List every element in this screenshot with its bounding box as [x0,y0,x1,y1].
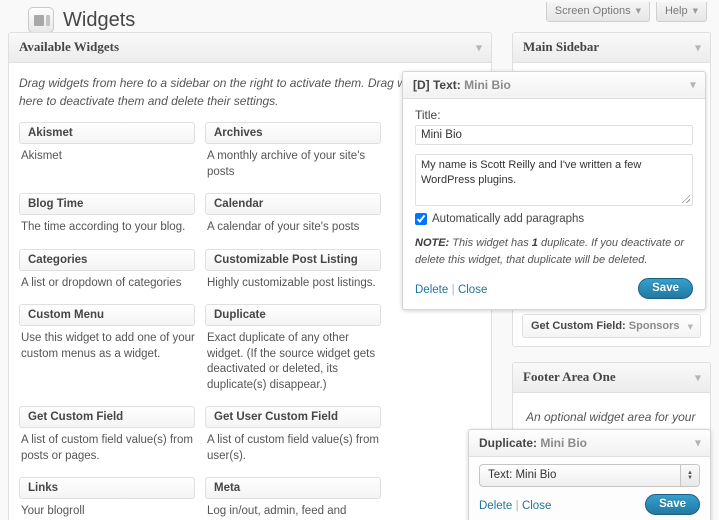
widget-title-input[interactable] [415,125,693,145]
page-title: Widgets [63,9,135,32]
help-label: Help [665,5,688,17]
sidebar-widget-name: Get Custom Field: [531,320,626,332]
text-widget-title: [D] Text: [413,78,461,92]
widget-card: Duplicate Exact duplicate of any other wi… [205,304,381,393]
auto-paragraphs-row: Automatically add paragraphs [415,213,693,225]
widget-card: Custom Menu Use this widget to add one of… [19,304,195,393]
widget-card-handle[interactable]: Customizable Post Listing [205,249,381,271]
widgets-icon [28,7,54,33]
widget-card-description: A monthly archive of your site's posts [207,149,381,180]
duplicate-widget-header[interactable]: Duplicate: Mini Bio ▼ [469,430,710,457]
widget-card-handle[interactable]: Archives [205,122,381,144]
widget-card-description: Highly customizable post listings. [207,276,381,292]
available-widgets-title: Available Widgets [19,39,119,54]
text-widget-body: Title: My name is Scott Reilly and I've … [403,99,705,309]
delete-link[interactable]: Delete [479,500,512,512]
auto-paragraphs-label: Automatically add paragraphs [432,213,584,225]
widget-card-handle[interactable]: Get User Custom Field [205,406,381,428]
widget-card-description: A list of custom field value(s) from pos… [21,433,195,464]
widget-card: Categories A list or dropdown of categori… [19,249,195,292]
collapse-icon[interactable]: ▼ [695,439,701,448]
widget-card-handle[interactable]: Meta [205,477,381,499]
duplicate-widget-editor: Duplicate: Mini Bio ▼ Text: Mini Bio ▲ ▼… [468,429,711,520]
collapse-icon[interactable]: ▼ [695,373,701,382]
screen-options-button[interactable]: Screen Options ▼ [546,2,650,22]
stepper-down-icon: ▼ [687,476,693,481]
screen-meta-links: Screen Options ▼ Help ▼ [546,2,707,22]
save-button[interactable]: Save [645,494,700,515]
sidebar-widget-suffix: Sponsors [626,320,680,332]
widgets-icon-sidebar [46,15,50,26]
widget-card: Akismet Akismet [19,122,195,180]
help-button[interactable]: Help ▼ [656,2,707,22]
widget-card-handle[interactable]: Blog Time [19,193,195,215]
widget-card-description: Your blogroll [21,504,195,520]
text-widget-footer: Delete | Close Save [415,278,693,299]
widget-card-handle[interactable]: Calendar [205,193,381,215]
text-widget-editor: [D] Text: Mini Bio ▼ Title: My name is S… [402,71,706,310]
link-separator: | [516,500,519,512]
text-widget-header[interactable]: [D] Text: Mini Bio ▼ [403,72,705,99]
delete-link[interactable]: Delete [415,284,448,296]
collapse-icon[interactable]: ▼ [688,323,693,331]
duplicate-source-select[interactable]: Text: Mini Bio ▲ ▼ [479,464,700,487]
duplicate-note: NOTE: This widget has 1 duplicate. If yo… [415,235,693,268]
main-sidebar-header[interactable]: Main Sidebar ▼ [513,33,710,63]
duplicate-widget-title: Duplicate: [479,436,537,450]
available-widgets-header[interactable]: Available Widgets ▼ [9,33,491,63]
widget-card-description: Akismet [21,149,195,165]
auto-paragraphs-checkbox[interactable] [415,213,427,225]
widget-card-description: Exact duplicate of any other widget. (If… [207,331,381,393]
widget-card-description: Log in/out, admin, feed and WordPress li… [207,504,381,520]
duplicate-widget-footer: Delete | Close Save [479,494,700,515]
duplicate-widget-body: Text: Mini Bio ▲ ▼ Delete | Close Save [469,457,710,520]
sidebar-widget-get-custom-field[interactable]: Get Custom Field: Sponsors ▼ [522,314,701,338]
close-link[interactable]: Close [522,500,551,512]
widget-card: Archives A monthly archive of your site's… [205,122,381,180]
widget-card-handle[interactable]: Custom Menu [19,304,195,326]
collapse-icon[interactable]: ▼ [690,81,696,90]
chevron-down-icon: ▼ [636,7,641,15]
widgets-icon-screen [34,15,44,26]
chevron-down-icon: ▼ [693,7,698,15]
select-value: Text: Mini Bio [480,465,680,486]
widget-card-handle[interactable]: Categories [19,249,195,271]
widget-card-description: A list of custom field value(s) from use… [207,433,381,464]
widget-card: Calendar A calendar of your site's posts [205,193,381,236]
widget-card-handle[interactable]: Get Custom Field [19,406,195,428]
widgets-admin-page: Widgets Screen Options ▼ Help ▼ Availabl… [0,0,719,520]
select-stepper-icon: ▲ ▼ [680,465,699,486]
collapse-icon[interactable]: ▼ [476,43,482,52]
link-separator: | [452,284,455,296]
widget-card: Get Custom Field A list of custom field v… [19,406,195,464]
widget-card: Links Your blogroll [19,477,195,520]
collapse-icon[interactable]: ▼ [695,43,701,52]
note-part1: This widget has [449,237,532,249]
footer-area-one-title: Footer Area One [523,369,616,384]
text-widget-title-suffix: Mini Bio [461,78,511,92]
duplicate-widget-title-suffix: Mini Bio [537,436,587,450]
footer-area-one-header[interactable]: Footer Area One ▼ [513,363,710,393]
title-field-label: Title: [415,108,693,122]
widget-card: Blog Time The time according to your blog… [19,193,195,236]
widget-card-description: Use this widget to add one of your custo… [21,331,195,362]
widget-card: Meta Log in/out, admin, feed and WordPres… [205,477,381,520]
widget-card-description: A list or dropdown of categories [21,276,195,292]
close-link[interactable]: Close [458,284,487,296]
note-prefix: NOTE: [415,237,449,249]
widget-card: Customizable Post Listing Highly customiz… [205,249,381,292]
screen-options-label: Screen Options [555,5,631,17]
widget-card-handle[interactable]: Akismet [19,122,195,144]
main-sidebar-title: Main Sidebar [523,39,599,54]
widget-text-area[interactable]: My name is Scott Reilly and I've written… [415,154,693,206]
widget-card-description: A calendar of your site's posts [207,220,381,236]
widget-card-description: The time according to your blog. [21,220,195,236]
save-button[interactable]: Save [638,278,693,299]
widget-card-handle[interactable]: Links [19,477,195,499]
widget-text-area-wrap: My name is Scott Reilly and I've written… [415,154,693,209]
widget-card-handle[interactable]: Duplicate [205,304,381,326]
widget-card: Get User Custom Field A list of custom fi… [205,406,381,464]
